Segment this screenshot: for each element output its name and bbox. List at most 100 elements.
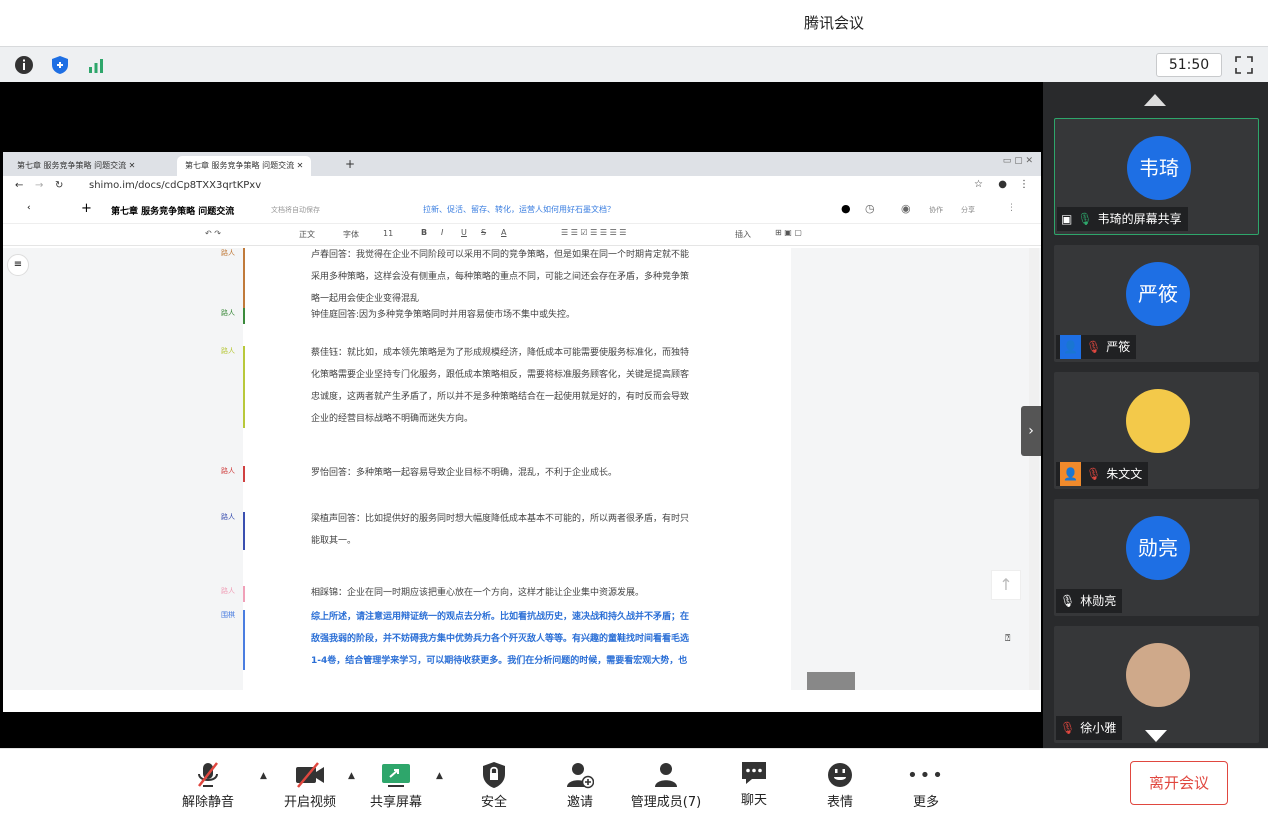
comment-author-label[interactable]: 路人 [221,586,235,596]
comment-author-label[interactable]: 路人 [221,308,235,318]
participant-tile[interactable]: 韦琦 ▣ 🎙 韦琦的屏幕共享 [1054,118,1259,235]
shield-icon[interactable] [50,55,70,75]
browser-menu-icon[interactable]: ⋮ [1019,179,1029,190]
video-options-caret-icon[interactable]: ▲ [348,771,355,781]
more-button[interactable]: ••• 更多 [896,759,956,811]
comment-bar[interactable] [243,346,245,428]
signal-strength-icon[interactable] [86,55,106,75]
scroll-up-icon[interactable] [1144,94,1166,106]
browser-tab[interactable]: 第七章 服务竞争策略 问题交流 ✕ [9,156,143,176]
meeting-toolbar: 解除静音 ▲ 开启视频 ▲ 共享屏幕 ▲ 安全 邀请 管理成员(7) 聊天 表情… [0,748,1268,818]
promo-banner-link[interactable]: 拉新、促活、留存、转化，运营人如何用好石墨文档？ [423,204,615,215]
doc-line: 化策略需要企业坚持专门化服务，跟低成本策略相反，需要将标准服务顾客化，关键是提高… [311,370,690,380]
history-icon[interactable]: ◷ [865,202,875,215]
doc-paragraph[interactable]: 相踩锦：企业在同一时期应该把重心放在一个方向，这样才能让企业集中资源发展。 [311,582,644,604]
manage-members-button[interactable]: 管理成员(7) [626,759,706,810]
scrollbar[interactable] [1029,248,1039,690]
browser-tab-active[interactable]: 第七章 服务竞争策略 问题交流 ✕ [177,156,312,176]
close-icon[interactable]: ✕ [129,161,136,170]
list-buttons[interactable]: ☰ ☰ ☑ ☰ ☰ ☰ ☰ [561,228,626,237]
avatar[interactable]: ● [841,202,851,215]
comment-author-label[interactable]: 路人 [221,248,235,258]
comment-author-label[interactable]: 路人 [221,346,235,356]
doc-line: 企业的经营目标战略不明确而迷失方向。 [311,414,474,424]
doc-title[interactable]: 第七章 服务竞争策略 问题交流 [111,204,234,217]
doc-paragraph[interactable]: 罗怡回答：多种策略一起容易导致企业目标不明确，混乱，不利于企业成长。 [311,462,617,484]
doc-menu-icon[interactable]: ⋮ [1007,203,1016,213]
start-video-button[interactable]: 开启视频 [278,759,342,810]
underline-button[interactable]: U [461,228,467,237]
text-color-button[interactable]: A [501,228,506,237]
share-options-caret-icon[interactable]: ▲ [436,771,443,781]
fullscreen-icon[interactable] [1234,55,1254,75]
comment-bar[interactable] [243,610,245,670]
participant-tile[interactable]: 严筱 👤 🎙 严筱 [1054,245,1259,362]
doc-line: 1-4卷，结合管理学来学习，可以期待收获更多。我们在分析问题的时候，需要看宏观大… [311,656,688,666]
leave-meeting-button[interactable]: 离开会议 [1130,761,1228,805]
scroll-top-icon[interactable]: ↑ [991,570,1021,600]
comment-author-label[interactable]: 围棋 [221,610,235,620]
participant-nameplate: 👤 🎙 朱文文 [1056,462,1149,486]
window-controls[interactable]: ▭ ▢ ✕ [1003,156,1033,166]
comment-author-label[interactable]: 路人 [221,466,235,476]
forward-icon[interactable]: → [35,180,43,191]
new-tab-icon[interactable]: + [345,157,355,171]
doc-body: ≡ 路人 卢春回答：我觉得在企业不同阶段可以采用不同的竞争策略，但是如果在同一个时… [3,248,1041,690]
doc-back-icon[interactable]: ‹ [27,203,31,213]
insert-dropdown[interactable]: 插入 [735,229,751,240]
audio-options-caret-icon[interactable]: ▲ [260,771,267,781]
participant-tile[interactable]: 勋亮 🎙 林勋亮 [1054,499,1259,616]
italic-button[interactable]: I [441,228,443,237]
close-icon[interactable]: ✕ [297,161,304,170]
doc-paragraph[interactable]: 梁植声回答：比如提供好的服务同时想大幅度降低成本基本不可能的，所以两者很矛盾，有… [311,508,689,552]
help-icon[interactable]: ⍰ [1005,634,1010,644]
scrollbar-thumb[interactable] [807,672,855,690]
collapse-panel-chevron-icon[interactable]: › [1021,406,1041,456]
share-screen-button[interactable]: 共享屏幕 [364,759,428,810]
comment-bar[interactable] [243,248,245,308]
chat-bubble-icon [742,762,766,784]
user-icon: 👤 [1060,335,1081,359]
doc-line: 采用多种策略，这样会没有侧重点，每种策略的重点不同，可能之间还会存在矛盾，多种竞… [311,272,690,282]
comment-bar[interactable] [243,308,245,324]
doc-paragraph[interactable]: 蔡佳钰：就比如，成本领先策略是为了形成规模经济，降低成本可能需要使服务标准化，而… [311,342,689,430]
font-dropdown[interactable]: 字体 [343,229,359,240]
window-title: 腾讯会议 [803,14,864,32]
outline-toggle-icon[interactable]: ≡ [7,254,29,276]
reactions-button[interactable]: 表情 [810,759,870,810]
comment-bar[interactable] [243,466,245,482]
avatar [1126,389,1190,453]
table-icon[interactable]: ⊞ ▣ ▢ [775,228,802,237]
mic-icon: 🎙 [1060,594,1076,608]
doc-new-icon[interactable]: + [81,201,92,216]
participant-name: 朱文文 [1106,467,1143,481]
font-size-dropdown[interactable]: 11 [383,229,393,238]
invite-button[interactable]: 邀请 [548,759,612,810]
comment-bar[interactable] [243,512,245,550]
reload-icon[interactable]: ↻ [55,180,63,191]
profile-icon[interactable]: ● [998,179,1007,190]
comment-bar[interactable] [243,586,245,602]
comment-author-label[interactable]: 路人 [221,512,235,522]
bookmark-star-icon[interactable]: ☆ [974,179,983,190]
participant-tile[interactable]: 🎙 徐小雅 [1054,626,1259,743]
bold-button[interactable]: B [421,228,427,237]
style-dropdown[interactable]: 正文 [299,229,315,240]
info-icon[interactable] [14,55,34,75]
share-doc-button[interactable]: 分享 [961,205,975,215]
undo-icon[interactable]: ↶ ↷ [205,229,221,238]
chat-button[interactable]: 聊天 [724,757,784,808]
strikethrough-button[interactable]: S [481,228,486,237]
participant-tile[interactable]: 👤 🎙 朱文文 [1054,372,1259,489]
security-button[interactable]: 安全 [462,759,526,810]
unmute-button[interactable]: 解除静音 [176,759,240,810]
address-bar[interactable]: ← → ↻ shimo.im/docs/cdCp8TXX3qrtKPxv ☆ ●… [3,176,1041,196]
doc-paragraph[interactable]: 卢春回答：我觉得在企业不同阶段可以采用不同的竞争策略，但是如果在同一个时期肯定就… [311,244,689,310]
doc-paragraph[interactable]: 综上所述，请注意运用辩证统一的观点去分析。比如看抗战历史，速决战和持久战并不矛盾… [311,606,689,672]
doc-paragraph[interactable]: 钟佳庭回答:因为多种竞争策略同时并用容易使市场不集中或失控。 [311,304,575,326]
scroll-down-icon[interactable] [1145,730,1167,742]
collab-button[interactable]: 协作 [929,205,943,215]
present-icon[interactable]: ◉ [901,202,911,215]
url-text[interactable]: shimo.im/docs/cdCp8TXX3qrtKPxv [89,180,261,191]
back-icon[interactable]: ← [15,180,23,191]
